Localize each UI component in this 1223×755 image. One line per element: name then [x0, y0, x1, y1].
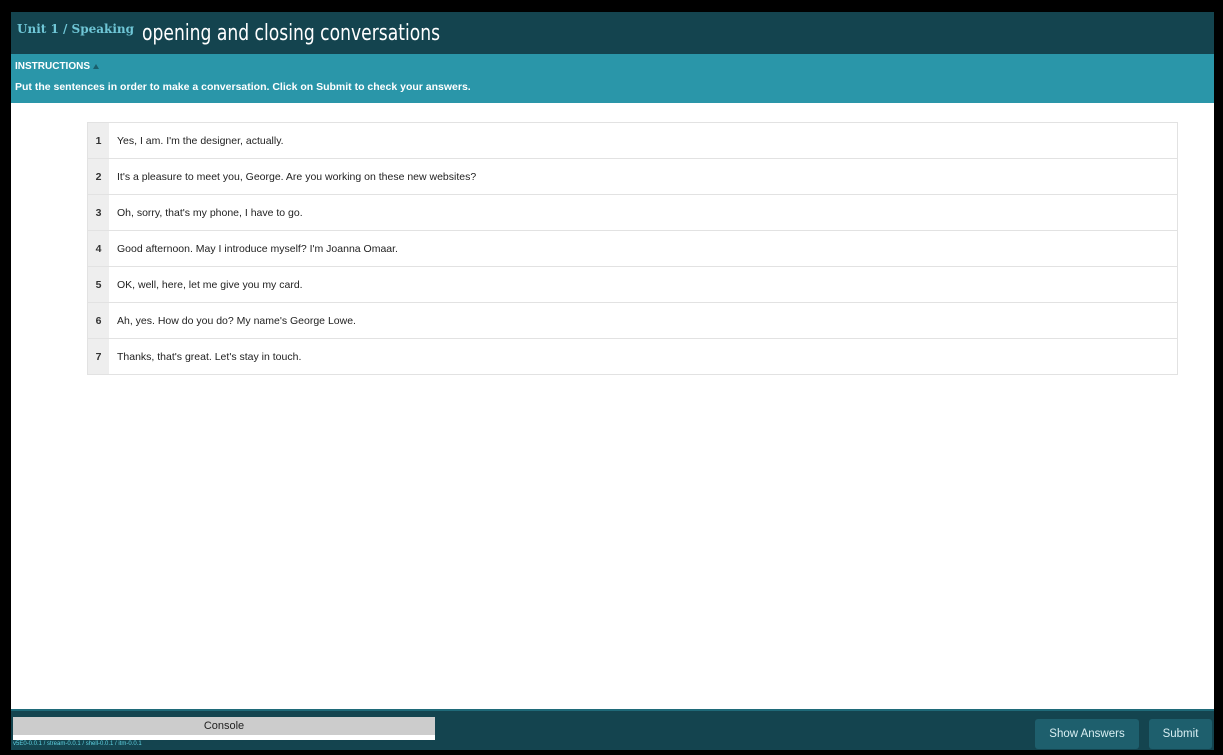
caret-up-icon — [93, 64, 99, 69]
version-text: v5E0-0.0.1 / stream-0.0.1 / shell-0.0.1 … — [13, 741, 142, 747]
breadcrumb: Unit 1 / Speaking — [17, 22, 135, 36]
sentence-text: Thanks, that's great. Let's stay in touc… — [117, 350, 302, 363]
sentence-text: Oh, sorry, that's my phone, I have to go… — [117, 206, 303, 219]
sentence-row[interactable]: 1 Yes, I am. I'm the designer, actually. — [88, 123, 1177, 159]
activity-window: Unit 1 / Speaking opening and closing co… — [11, 12, 1214, 750]
sentence-list: 1 Yes, I am. I'm the designer, actually.… — [87, 122, 1178, 375]
submit-button[interactable]: Submit — [1149, 719, 1212, 749]
instructions-panel: INSTRUCTIONS Put the sentences in order … — [11, 54, 1214, 103]
sentence-row[interactable]: 6 Ah, yes. How do you do? My name's Geor… — [88, 303, 1177, 339]
console-panel — [13, 735, 435, 740]
sentence-row[interactable]: 4 Good afternoon. May I introduce myself… — [88, 231, 1177, 267]
sentence-text: Yes, I am. I'm the designer, actually. — [117, 134, 284, 147]
instructions-toggle-label: INSTRUCTIONS — [15, 61, 90, 72]
sentence-text: Good afternoon. May I introduce myself? … — [117, 242, 398, 255]
header-bar: Unit 1 / Speaking opening and closing co… — [11, 12, 1214, 54]
footer-bar: Console v5E0-0.0.1 / stream-0.0.1 / shel… — [11, 709, 1214, 750]
sentence-row[interactable]: 7 Thanks, that's great. Let's stay in to… — [88, 339, 1177, 375]
sentence-number: 1 — [88, 123, 109, 158]
sentence-text: Ah, yes. How do you do? My name's George… — [117, 314, 356, 327]
sentence-text: It's a pleasure to meet you, George. Are… — [117, 170, 477, 183]
sentence-number: 6 — [88, 303, 109, 338]
sentence-number: 2 — [88, 159, 109, 194]
sentence-text: OK, well, here, let me give you my card. — [117, 278, 303, 291]
sentence-row[interactable]: 2 It's a pleasure to meet you, George. A… — [88, 159, 1177, 195]
instructions-toggle[interactable]: INSTRUCTIONS — [15, 61, 99, 72]
console-toggle[interactable]: Console — [13, 717, 435, 735]
sentence-number: 7 — [88, 339, 109, 374]
sentence-row[interactable]: 5 OK, well, here, let me give you my car… — [88, 267, 1177, 303]
instructions-text: Put the sentences in order to make a con… — [15, 81, 471, 93]
page-title: opening and closing conversations — [142, 20, 441, 46]
sentence-number: 5 — [88, 267, 109, 302]
sentence-row[interactable]: 3 Oh, sorry, that's my phone, I have to … — [88, 195, 1177, 231]
sentence-number: 3 — [88, 195, 109, 230]
sentence-number: 4 — [88, 231, 109, 266]
show-answers-button[interactable]: Show Answers — [1035, 719, 1139, 749]
